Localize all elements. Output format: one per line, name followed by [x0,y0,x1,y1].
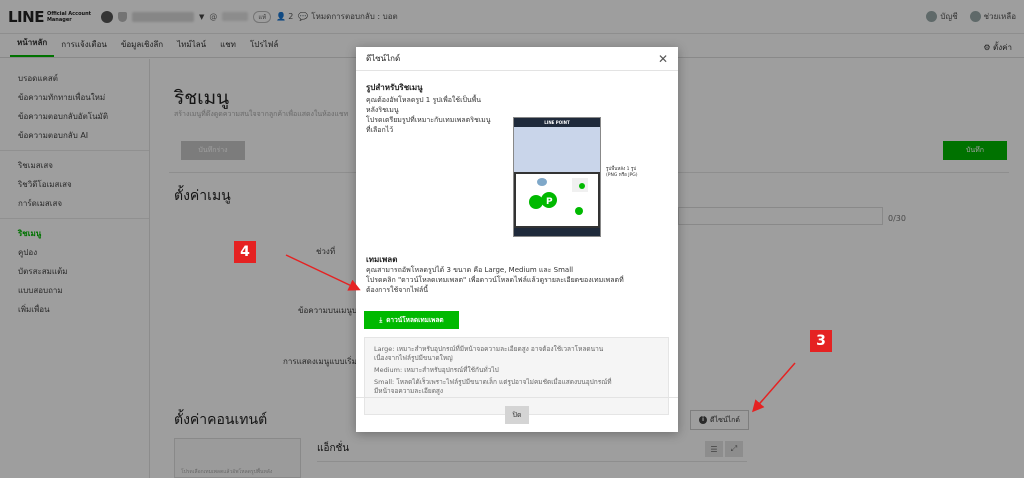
close-icon[interactable]: ✕ [658,53,668,65]
template-text-line: ต้องการใช้จากไฟล์นี้ [366,286,429,294]
image-text-line: โปรดเตรียมรูปที่เหมาะกับเทมเพลตริชเมนู [366,116,491,124]
template-text-line: โปรดคลิก "ดาวน์โหลดเทมเพลต" เพื่อดาวน์โห… [366,276,624,284]
preview-note: รูปพื้นหลัง 1 รูป (PNG หรือ JPG) [606,167,638,179]
info-large-line-1: Large: เหมาะสำหรับอุปกรณ์ที่มีหน้าจอความ… [374,345,604,353]
template-description: คุณสามารถอัพโหลดรูปได้ 3 ขนาด คือ Large,… [366,265,624,295]
image-text-line: ที่เลือกไว้ [366,126,394,134]
annotation-badge-3: 3 [810,330,832,352]
info-small: Small: โหลดได้เร็วเพราะไฟล์รูปมีขนาดเล็ก… [374,378,659,396]
preview-menu-area: P [514,172,600,228]
info-large: Large: เหมาะสำหรับอุปกรณ์ที่มีหน้าจอความ… [374,345,659,363]
modal-title: ดีไซน์ไกด์ [366,54,401,63]
info-small-line-2: มีหน้าจอความละเอียดสูง [374,387,444,395]
preview-note-line-2: (PNG หรือ JPG) [606,173,638,178]
preview-header: LINE POINT [514,118,600,127]
modal-footer: ปิด [356,397,678,432]
image-text-line: หลังริชเมนู [366,106,399,114]
image-text-line: คุณต้องอัพโหลดรูป 1 รูปเพื่อใช้เป็นพื้น [366,96,482,104]
annotation-badge-4: 4 [234,241,256,263]
svg-text:P: P [546,197,553,207]
line-point-illustration: P [529,178,588,215]
download-template-button[interactable]: ⤓ ดาวน์โหลดเทมเพลต [364,311,459,329]
rich-menu-preview: LINE POINT P [513,117,601,237]
image-description: คุณต้องอัพโหลดรูป 1 รูปเพื่อใช้เป็นพื้น … [366,95,491,135]
close-button[interactable]: ปิด [505,406,529,424]
modal-body: รูปสำหรับริชเมนู คุณต้องอัพโหลดรูป 1 รูป… [356,71,678,415]
template-text-line: คุณสามารถอัพโหลดรูปได้ 3 ขนาด คือ Large,… [366,266,574,274]
info-medium: Medium: เหมาะสำหรับอุปกรณ์ที่ใช้กันทั่วไ… [374,366,499,374]
info-large-line-2: เนื่องจากไฟล์รูปมีขนาดใหญ่ [374,354,453,362]
download-template-label: ดาวน์โหลดเทมเพลต [386,316,444,324]
preview-footer [514,228,600,236]
modal-header: ดีไซน์ไกด์ ✕ [356,47,678,71]
info-small-line-1: Small: โหลดได้เร็วเพราะไฟล์รูปมีขนาดเล็ก… [374,378,612,386]
design-guide-modal: ดีไซน์ไกด์ ✕ รูปสำหรับริชเมนู คุณต้องอัพ… [356,47,678,432]
download-icon: ⤓ [379,315,383,324]
image-heading: รูปสำหรับริชเมนู [366,83,423,92]
